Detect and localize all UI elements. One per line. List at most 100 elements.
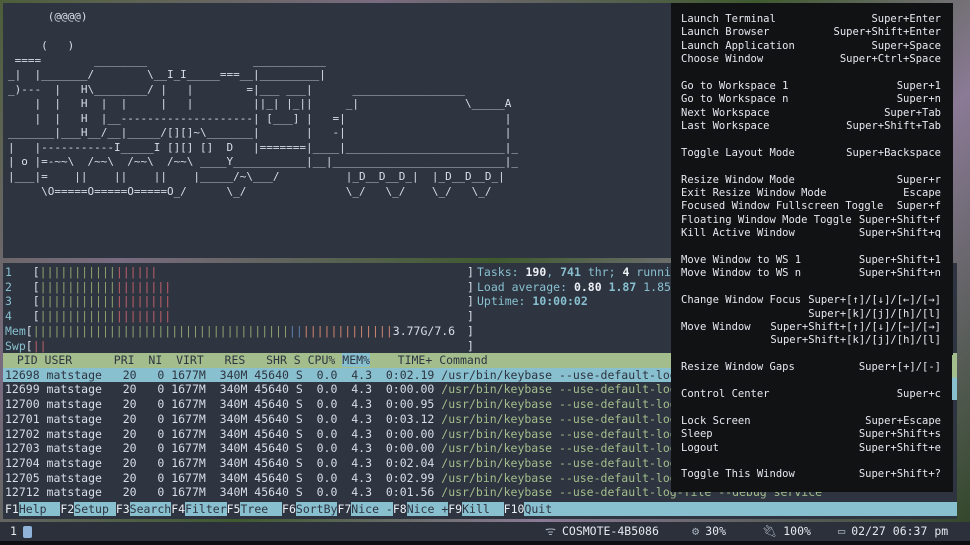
fkey-f9-button[interactable]: F9Kill xyxy=(448,502,504,516)
header-mem-sorted[interactable]: MEM% xyxy=(342,353,370,367)
process-time: 0:01.56 xyxy=(372,485,435,500)
process-res: 340M xyxy=(205,485,248,500)
workspace-indicator[interactable]: 1 xyxy=(10,522,32,541)
ascii-line: _)--- | H\________/ | | =|___ ___| _____… xyxy=(8,82,465,96)
process-time: 0:00.00 xyxy=(372,441,435,456)
keybinding-row: Resize Window Gaps Super+[+]/[-] xyxy=(681,361,941,374)
fkey-label[interactable]: Filter xyxy=(185,502,227,516)
process-mem: 4.3 xyxy=(337,411,373,426)
process-pid: 12705 xyxy=(5,470,40,485)
process-user: matstage xyxy=(39,411,109,426)
fkey-label[interactable]: Nice + xyxy=(406,502,449,516)
keybinding-action: Go to Workspace n xyxy=(681,93,789,106)
fkey-f10-button[interactable]: F10Quit xyxy=(504,502,957,516)
process-ni: 0 xyxy=(136,367,165,382)
fkey-label[interactable]: Quit xyxy=(524,502,957,516)
fkey-number[interactable]: F8 xyxy=(393,502,407,516)
ascii-line: ==== ________ ___________ xyxy=(8,53,326,67)
fkey-label[interactable]: Nice - xyxy=(351,502,393,516)
process-s: S xyxy=(288,411,303,426)
process-pid: 12699 xyxy=(5,382,40,397)
workspace-number[interactable]: 1 xyxy=(10,522,17,541)
ascii-line: _______|___H__/__|_____/[][]~\_______| |… xyxy=(8,126,512,140)
keybinding-keys: Super+[↑]/[↓]/[←]/[→] xyxy=(808,294,941,307)
uptime-stat: Uptime: 10:00:02 xyxy=(477,294,588,309)
wifi-status[interactable]: ᯤ COSMOTE-4B5086 xyxy=(545,522,659,541)
mem-buffers-bar: || xyxy=(288,323,303,338)
process-shr: 45640 xyxy=(247,470,289,485)
fkey-label[interactable]: Search xyxy=(129,502,172,516)
process-user: matstage xyxy=(39,485,109,500)
fkey-number[interactable]: F3 xyxy=(116,502,130,516)
keybinding-keys: Super+Shift+f xyxy=(858,213,941,226)
process-res: 340M xyxy=(205,455,248,470)
cpu-kernel-bar: |||||||| xyxy=(115,279,172,294)
process-pri: 20 xyxy=(108,397,137,412)
meter-row: 4 [|||||||||||||||||||] xyxy=(5,309,474,324)
power-status[interactable]: 🔌︎ 100% xyxy=(762,522,811,541)
scrollbar[interactable] xyxy=(952,355,957,400)
keybinding-keys: Super+Enter xyxy=(871,13,941,25)
keybinding-keys: Super+r xyxy=(896,173,941,186)
fkey-label[interactable]: Setup xyxy=(74,502,116,516)
cpu-normal-bar: ||||||||||| xyxy=(39,279,116,294)
keybinding-action: Launch Terminal xyxy=(681,13,776,25)
keybinding-row: Resize Window Mode Super+r xyxy=(681,174,941,187)
fkey-number[interactable]: F6 xyxy=(282,502,296,516)
process-virt: 1677M xyxy=(164,382,206,397)
keybinding-row: Go to Workspace 1 Super+1 xyxy=(681,80,941,93)
keybinding-action: Floating Window Mode Toggle xyxy=(681,213,852,226)
keybinding-action: Exit Resize Window Mode xyxy=(681,187,827,200)
cpu-status[interactable]: ⚙ 30% xyxy=(692,522,726,541)
keybinding-row: Logout Super+Shift+e xyxy=(681,442,941,455)
fkey-number[interactable]: F4 xyxy=(171,502,185,516)
fkey-f2-button[interactable]: F2Setup xyxy=(60,502,116,516)
fkey-f3-button[interactable]: F3Search xyxy=(116,502,172,516)
meter-bracket-close: ] xyxy=(467,294,474,309)
fkey-number[interactable]: F5 xyxy=(227,502,241,516)
meter-label: 2 xyxy=(5,279,33,294)
process-cpu: 0.0 xyxy=(302,382,338,397)
tasks-sep: , xyxy=(546,265,561,279)
keybinding-row: Launch Terminal Super+Enter xyxy=(681,13,941,26)
sl-train-terminal[interactable]: (@@@@) ( ) ==== ________ ___________ _| |… xyxy=(3,3,673,258)
keybinding-row: Move Window to WS n Super+Shift+n xyxy=(681,267,941,280)
fkey-f4-button[interactable]: F4Filter xyxy=(171,502,227,516)
header-columns[interactable]: PID USER PRI NI VIRT RES SHR S CPU% xyxy=(3,353,342,367)
keybinding-row: Kill Active Window Super+Shift+q xyxy=(681,227,941,240)
fkey-label[interactable]: Tree xyxy=(240,502,283,516)
cpu-kernel-bar: |||||||| xyxy=(115,294,172,309)
process-time: 0:02.99 xyxy=(372,470,435,485)
fkey-label[interactable]: Kill xyxy=(462,502,504,516)
fkey-number[interactable]: F9 xyxy=(448,502,462,516)
process-mem: 4.3 xyxy=(337,397,373,412)
fkey-f8-button[interactable]: F8Nice + xyxy=(393,502,449,516)
fkey-f7-button[interactable]: F7Nice - xyxy=(337,502,393,516)
keybinding-row: Super+[k]/[j]/[h]/[l] xyxy=(681,308,941,321)
plug-icon: 🔌︎ xyxy=(762,524,778,538)
meter-row: Mem[||||||||||||||||||||||||||||||||||||… xyxy=(5,323,474,339)
fkey-number[interactable]: F10 xyxy=(504,502,525,516)
keybinding-row: Super+Shift+[k]/[j]/[h]/[l] xyxy=(681,334,941,347)
fkey-number[interactable]: F7 xyxy=(337,502,351,516)
fkey-f1-button[interactable]: F1Help xyxy=(5,502,61,516)
meter-bracket-close: ] xyxy=(467,309,474,324)
header-columns-rest[interactable]: TIME+ Command xyxy=(370,353,488,367)
fkey-f6-button[interactable]: F6SortBy xyxy=(282,502,338,516)
process-user: matstage xyxy=(39,367,109,382)
fkey-f5-button[interactable]: F5Tree xyxy=(227,502,283,516)
keybinding-action: Sleep xyxy=(681,428,713,441)
keybinding-row: Launch Application Super+Space xyxy=(681,40,941,53)
process-mem: 4.3 xyxy=(337,426,373,441)
tasks-label: Tasks: xyxy=(477,265,526,279)
process-s: S xyxy=(288,382,303,397)
meter-bracket-close: ] xyxy=(467,323,474,338)
keybindings-overlay: Launch Terminal Super+Enter Launch Browser… xyxy=(671,3,953,492)
clock-status[interactable]: ▭ 02/27 06:37 pm xyxy=(838,522,948,541)
meter-bracket-open: [ xyxy=(32,279,40,294)
fkey-number[interactable]: F2 xyxy=(60,502,74,516)
process-ni: 0 xyxy=(136,470,165,485)
fkey-label[interactable]: Help xyxy=(18,502,61,516)
fkey-number[interactable]: F1 xyxy=(5,502,19,516)
fkey-label[interactable]: SortBy xyxy=(295,502,338,516)
